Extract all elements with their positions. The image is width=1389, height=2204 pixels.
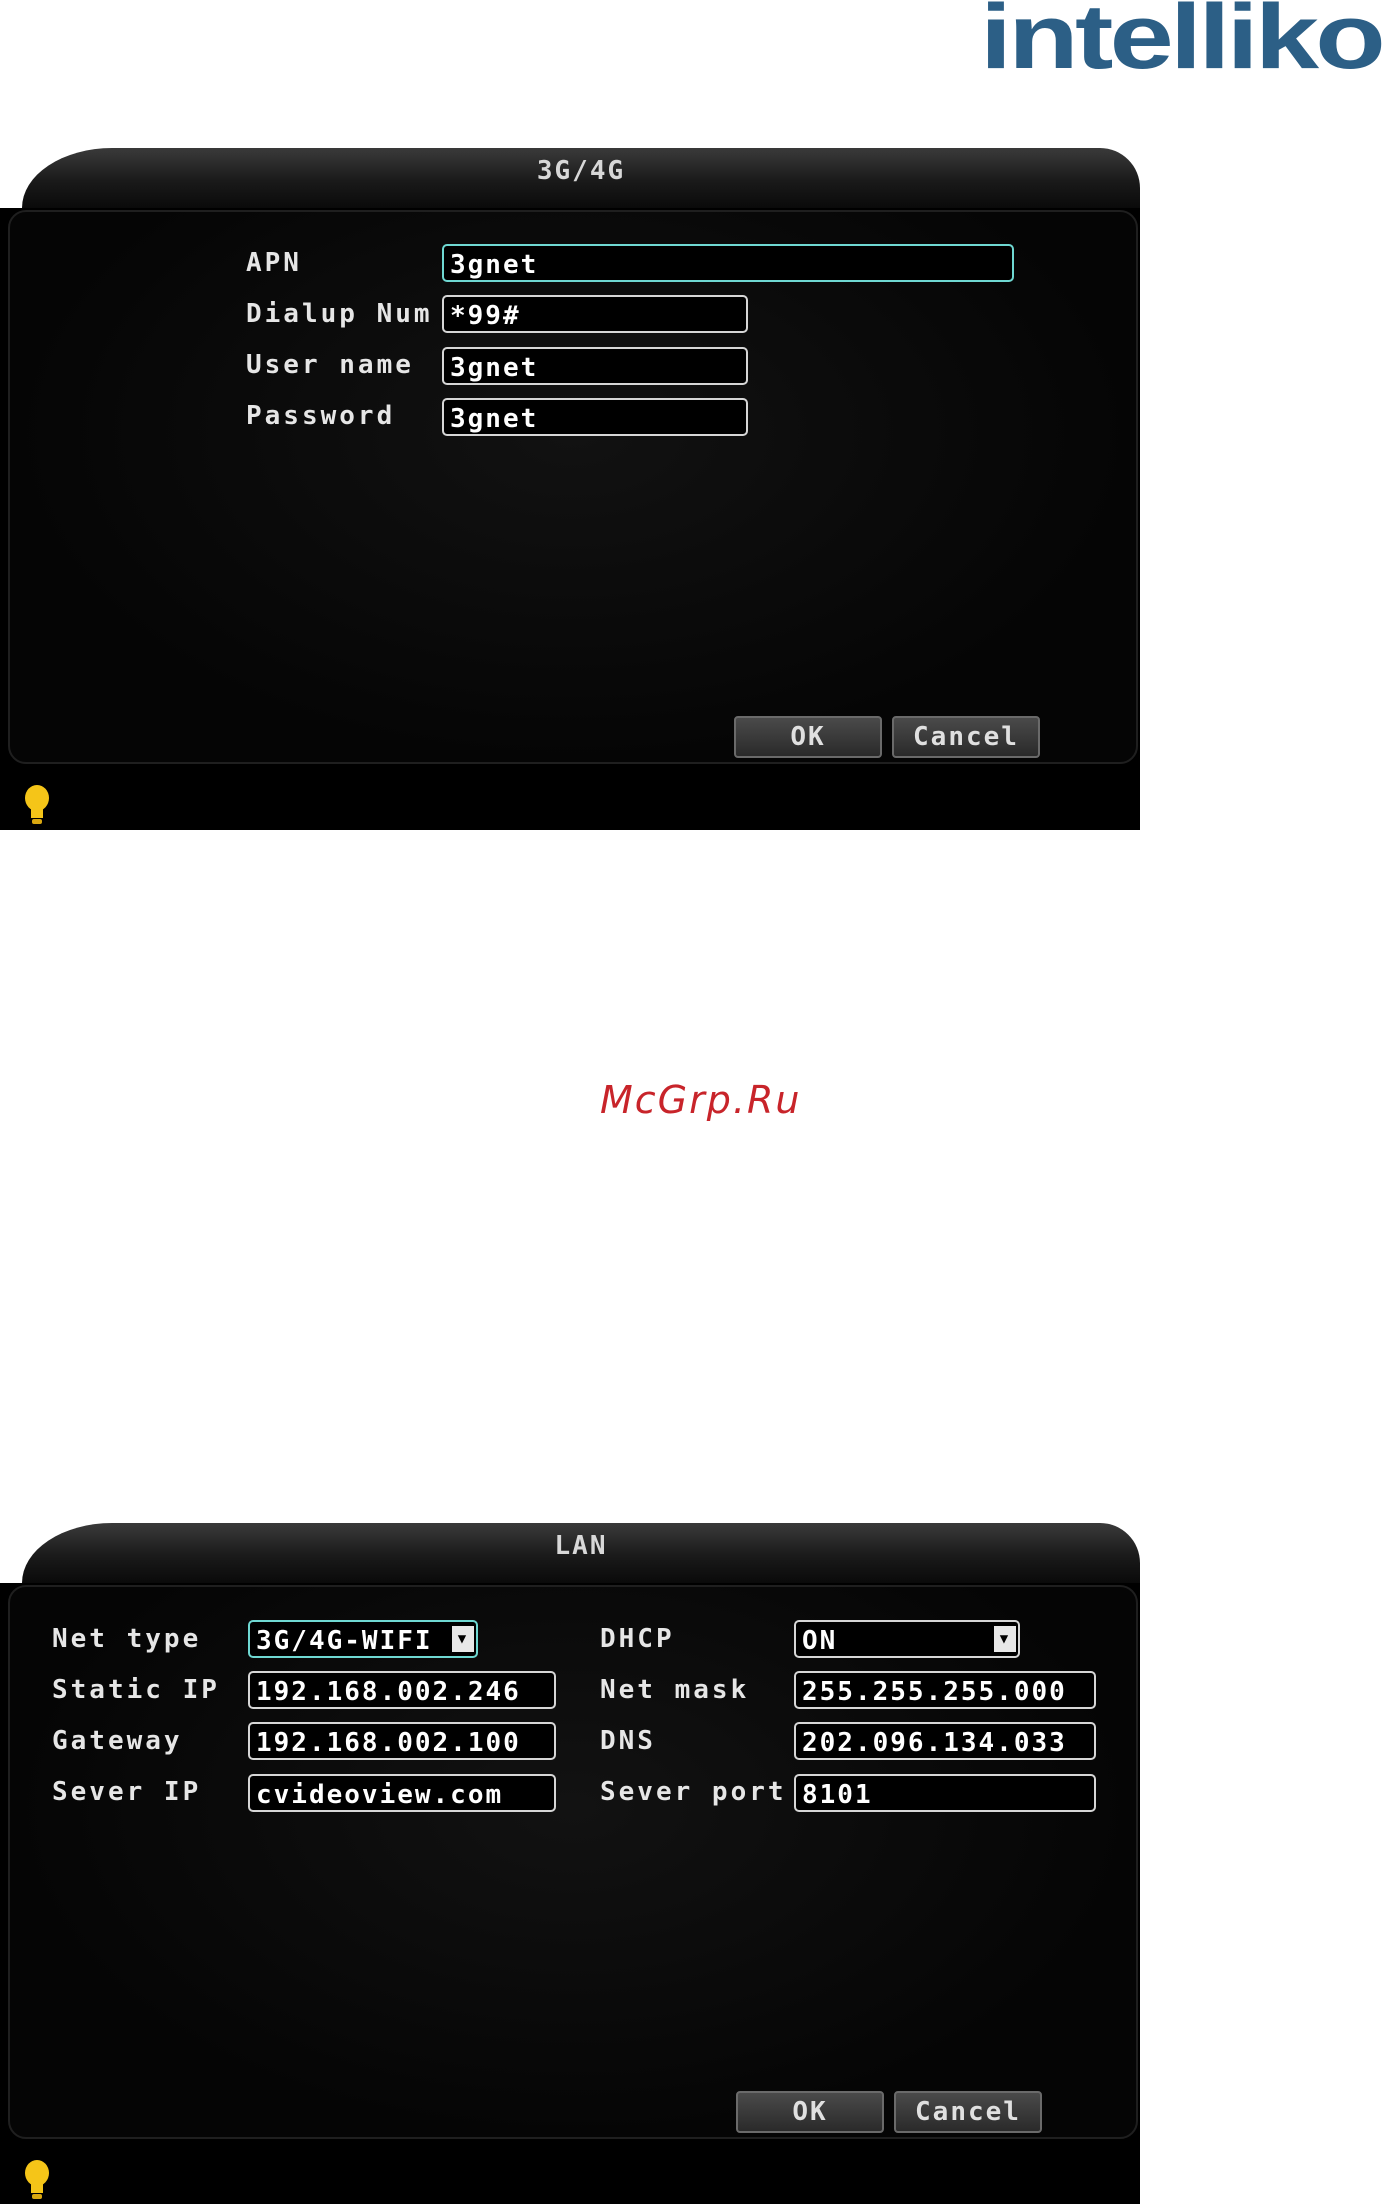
net-mask-label: Net mask (600, 1675, 750, 1705)
tab-bar: LAN (0, 1523, 1140, 1583)
settings-frame (8, 210, 1138, 764)
sever-ip-label: Sever IP (52, 1777, 202, 1807)
tab-lan: LAN (22, 1523, 1140, 1583)
panel-title: 3G/4G (536, 156, 626, 186)
password-label: Password (246, 401, 396, 431)
static-ip-label: Static IP (52, 1675, 220, 1705)
dhcp-label: DHCP (600, 1624, 675, 1654)
dialup-num-input[interactable]: *99# (442, 295, 748, 333)
chevron-down-icon[interactable]: ▼ (452, 1626, 474, 1652)
dhcp-select[interactable]: ON ▼ (794, 1620, 1020, 1658)
gateway-input[interactable]: 192.168.002.100 (248, 1722, 556, 1760)
dialup-num-label: Dialup Num (246, 299, 433, 329)
dns-label: DNS (600, 1726, 656, 1756)
panel-lan: LAN Net type 3G/4G-WIFI ▼ Static IP 192.… (0, 1523, 1140, 2204)
panel-title: LAN (554, 1531, 608, 1561)
sever-ip-input[interactable]: cvideoview.com (248, 1774, 556, 1812)
ok-button[interactable]: OK (734, 716, 882, 758)
panel-3g4g: 3G/4G APN 3gnet Dialup Num *99# User nam… (0, 148, 1140, 830)
chevron-down-icon[interactable]: ▼ (994, 1626, 1016, 1652)
tab-3g4g: 3G/4G (22, 148, 1140, 208)
watermark: McGrp.Ru (600, 1078, 802, 1122)
tab-bar: 3G/4G (0, 148, 1140, 208)
net-type-select[interactable]: 3G/4G-WIFI ▼ (248, 1620, 478, 1658)
user-name-input[interactable]: 3gnet (442, 347, 748, 385)
gateway-label: Gateway (52, 1726, 183, 1756)
cancel-button[interactable]: Cancel (894, 2091, 1042, 2133)
settings-frame (8, 1585, 1138, 2139)
logo-text: intelliko (980, 0, 1382, 75)
intelliko-logo: intelliko (980, 0, 1385, 75)
dns-input[interactable]: 202.096.134.033 (794, 1722, 1096, 1760)
lightbulb-icon (25, 785, 49, 824)
ok-button[interactable]: OK (736, 2091, 884, 2133)
net-type-label: Net type (52, 1624, 202, 1654)
net-mask-input[interactable]: 255.255.255.000 (794, 1671, 1096, 1709)
apn-label: APN (246, 248, 302, 278)
cancel-button[interactable]: Cancel (892, 716, 1040, 758)
static-ip-input[interactable]: 192.168.002.246 (248, 1671, 556, 1709)
lightbulb-icon (25, 2160, 49, 2199)
sever-port-input[interactable]: 8101 (794, 1774, 1096, 1812)
user-name-label: User name (246, 350, 414, 380)
sever-port-label: Sever port (600, 1777, 787, 1807)
net-type-value: 3G/4G-WIFI (256, 1626, 433, 1656)
password-input[interactable]: 3gnet (442, 398, 748, 436)
apn-input[interactable]: 3gnet (442, 244, 1014, 282)
dhcp-value: ON (802, 1626, 838, 1656)
